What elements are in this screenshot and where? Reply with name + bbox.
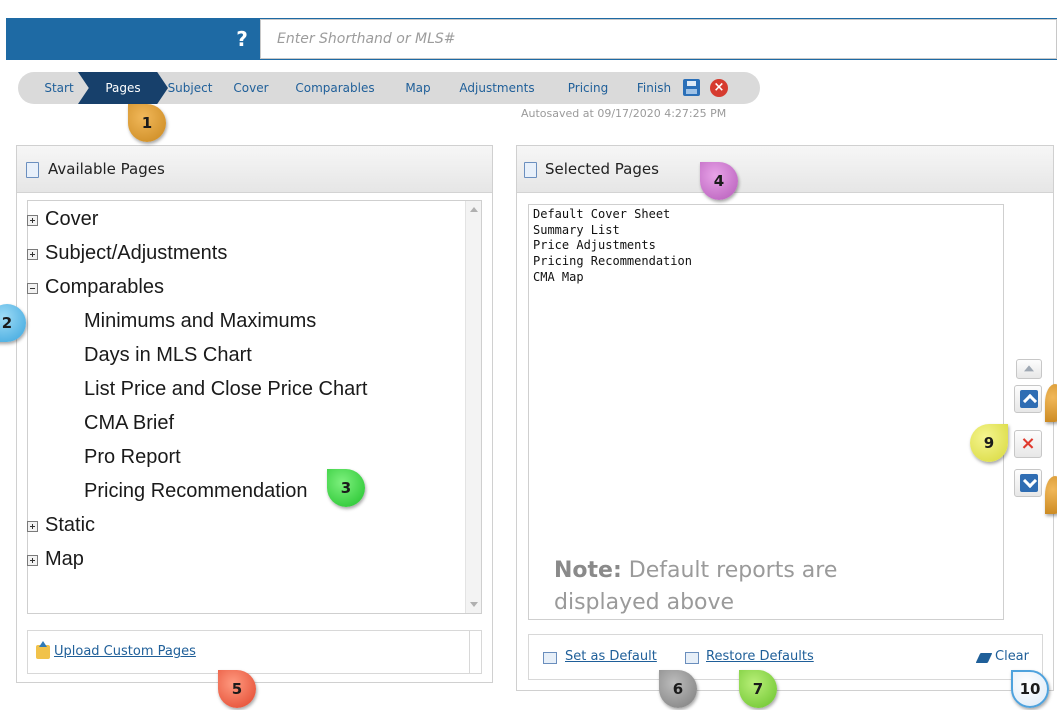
- available-pages-header: Available Pages: [17, 146, 492, 193]
- set-default-icon: [543, 652, 557, 664]
- search-box: [260, 19, 1057, 59]
- available-pages-panel: Available Pages Cover Subject/Adjustment…: [16, 145, 493, 683]
- restore-defaults-link[interactable]: Restore Defaults: [706, 649, 814, 664]
- expand-icon[interactable]: [27, 249, 38, 260]
- selected-pages-list[interactable]: Default Cover Sheet Summary List Price A…: [528, 204, 1004, 620]
- document-icon: [26, 162, 39, 178]
- chevron-up-icon: [1020, 390, 1038, 408]
- wizard-breadcrumb: Start Pages Subject Cover Comparables Ma…: [18, 72, 760, 104]
- selected-item[interactable]: Default Cover Sheet: [533, 207, 670, 221]
- help-icon[interactable]: ?: [231, 28, 253, 50]
- upload-custom-pages-link[interactable]: Upload Custom Pages: [54, 644, 196, 659]
- callout-4: 4: [700, 162, 738, 200]
- move-up-button[interactable]: [1014, 385, 1042, 413]
- expand-icon[interactable]: [27, 521, 38, 532]
- tree-label: Minimums and Maximums: [84, 310, 317, 332]
- note-label: Note:: [554, 558, 622, 583]
- expand-icon[interactable]: [27, 555, 38, 566]
- tree-scrollbar[interactable]: [465, 201, 481, 613]
- callout-5: 5: [218, 670, 256, 708]
- top-search-bar: ?: [6, 18, 1057, 60]
- upload-area: Upload Custom Pages: [27, 630, 482, 674]
- remove-page-button[interactable]: ×: [1014, 430, 1042, 458]
- selected-pages-actions: Set as Default Restore Defaults Clear: [528, 634, 1043, 680]
- available-pages-title: Available Pages: [48, 160, 165, 178]
- tree-label: Comparables: [45, 276, 164, 298]
- callout-9: 9: [970, 424, 1008, 462]
- callout-6: 6: [659, 670, 697, 708]
- autosave-status: Autosaved at 09/17/2020 4:27:25 PM: [521, 107, 727, 120]
- scroll-up-arrow-icon[interactable]: [470, 207, 478, 212]
- upload-icon: [36, 641, 50, 659]
- document-add-icon: [524, 162, 537, 178]
- selected-pages-title: Selected Pages: [545, 160, 659, 178]
- chevron-down-icon: [1020, 474, 1038, 492]
- eraser-icon: [975, 653, 993, 663]
- tree-label: Days in MLS Chart: [84, 344, 252, 366]
- callout-3: 3: [327, 469, 365, 507]
- clear-link[interactable]: Clear: [995, 649, 1029, 664]
- selected-item[interactable]: Pricing Recommendation: [533, 254, 692, 268]
- callout-edge-upper: [1045, 384, 1057, 422]
- default-reports-note: Note: Default reports are displayed abov…: [554, 555, 914, 619]
- search-input[interactable]: [261, 20, 1056, 58]
- step-pricing[interactable]: Pricing: [558, 72, 618, 104]
- step-map[interactable]: Map: [396, 72, 440, 104]
- callout-edge-lower: [1045, 476, 1057, 514]
- step-adjustments[interactable]: Adjustments: [450, 72, 544, 104]
- set-as-default-link[interactable]: Set as Default: [565, 649, 657, 664]
- remove-x-icon: ×: [1020, 433, 1036, 454]
- expand-icon[interactable]: [27, 215, 38, 226]
- close-circle-icon[interactable]: ×: [710, 79, 728, 97]
- callout-1: 1: [128, 104, 166, 142]
- tree-label: Pro Report: [84, 446, 181, 468]
- tree-label: Subject/Adjustments: [45, 242, 228, 264]
- selected-pages-panel: Selected Pages Default Cover Sheet Summa…: [516, 145, 1054, 691]
- selected-item[interactable]: CMA Map: [533, 270, 584, 284]
- selected-item[interactable]: Price Adjustments: [533, 238, 656, 252]
- step-finish[interactable]: Finish: [628, 72, 680, 104]
- step-subject[interactable]: Subject: [155, 72, 225, 104]
- restore-defaults-icon: [685, 652, 699, 664]
- tree-label: Map: [45, 548, 84, 570]
- scroll-down-arrow-icon[interactable]: [470, 602, 478, 607]
- tree-label: CMA Brief: [84, 412, 175, 434]
- collapse-icon[interactable]: [27, 283, 38, 294]
- step-comparables[interactable]: Comparables: [286, 72, 384, 104]
- selected-item[interactable]: Summary List: [533, 223, 620, 237]
- tree-label: Cover: [45, 208, 99, 230]
- floppy-disk-icon[interactable]: [683, 79, 700, 96]
- tree-label: Static: [45, 514, 96, 536]
- tree-label: List Price and Close Price Chart: [84, 378, 368, 400]
- move-down-button[interactable]: [1014, 469, 1042, 497]
- step-start[interactable]: Start: [28, 72, 90, 104]
- callout-10: 10: [1011, 670, 1049, 708]
- move-top-button[interactable]: [1016, 359, 1042, 379]
- available-pages-tree: Cover Subject/Adjustments Comparables Mi…: [27, 200, 482, 614]
- callout-7: 7: [739, 670, 777, 708]
- selected-pages-header: Selected Pages: [517, 146, 1053, 193]
- tree-label: Pricing Recommendation: [84, 480, 308, 502]
- arrow-up-small-icon: [1024, 365, 1034, 372]
- step-cover[interactable]: Cover: [225, 72, 277, 104]
